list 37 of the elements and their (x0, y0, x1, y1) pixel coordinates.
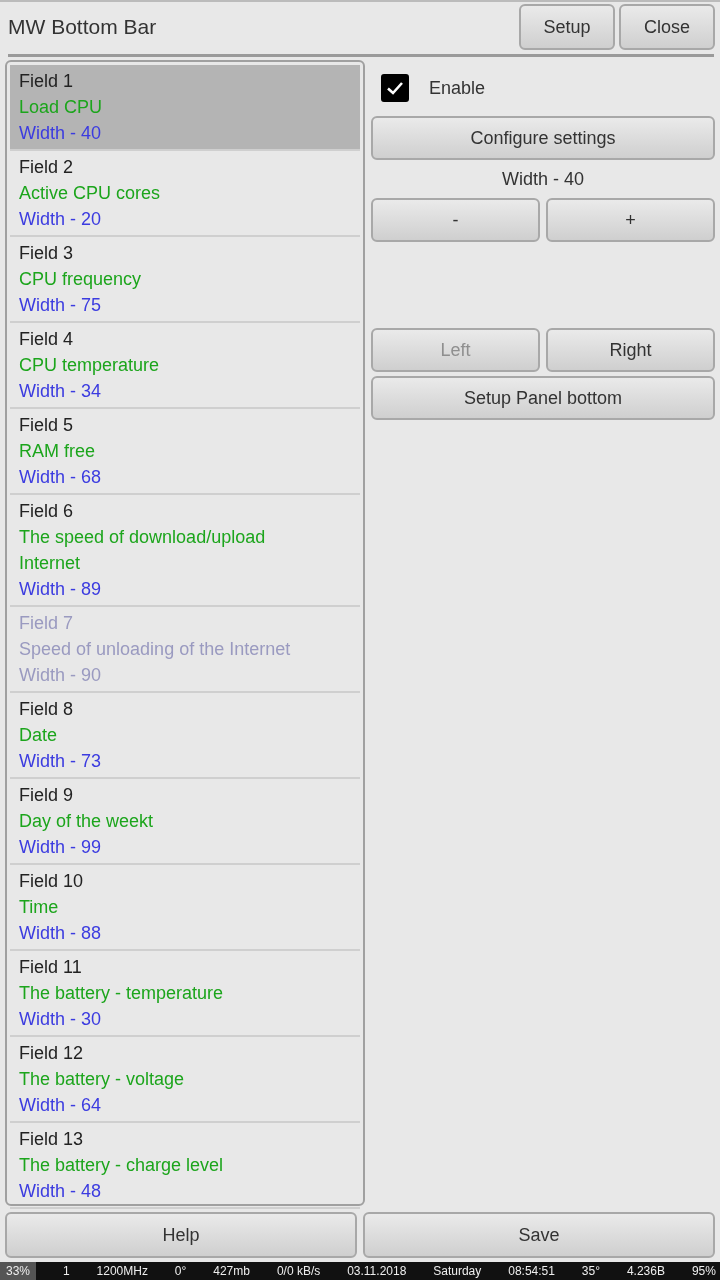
status-bar-item: 95% (691, 1263, 716, 1280)
field-list-item[interactable]: Field 8 Date Width - 73 (10, 693, 360, 779)
field-list-item[interactable]: Field 11 The battery - temperature Width - 30 (10, 951, 360, 1037)
width-label: Width - 40 (502, 168, 584, 191)
field-list-item[interactable]: Field 3 CPU frequency Width - 75 (10, 237, 360, 323)
status-bar-item: 1200MHz (96, 1263, 148, 1280)
field-list-item[interactable]: Field 12 The battery - voltage Width - 64 (10, 1037, 360, 1123)
enable-label: Enable (429, 77, 486, 99)
width-step-button[interactable]: - (371, 198, 540, 242)
status-bar-item: 33% (0, 1262, 37, 1280)
status-bar-item: 4.236B (626, 1263, 665, 1280)
enable-checkbox[interactable] (381, 74, 409, 102)
setup-panel-button[interactable]: Setup Panel bottom (371, 376, 715, 420)
status-bar-item: 03.11.2018 (347, 1263, 407, 1280)
header-button[interactable]: Setup (519, 4, 615, 50)
field-list-item[interactable]: Field 1 Load CPU Width - 40 (10, 65, 360, 151)
field-list-item[interactable]: Field 13 The battery - charge level Width - 48 (10, 1123, 360, 1209)
field-list-item[interactable]: Field 10 Time Width - 88 (10, 865, 360, 951)
field-list-item[interactable]: Field 9 Day of the weekt Width - 99 (10, 779, 360, 865)
configure-settings-button[interactable]: Configure settings (371, 116, 715, 160)
screen-title: MW Bottom Bar (8, 15, 157, 39)
width-step-button[interactable]: + (546, 198, 715, 242)
status-bar-item: 0/0 kB/s (276, 1263, 321, 1280)
header-button[interactable]: Close (619, 4, 715, 50)
status-bar-item: 1 (62, 1263, 70, 1280)
footer-button[interactable]: Save (363, 1212, 715, 1258)
status-bar-item: 35° (581, 1263, 600, 1280)
field-list-item[interactable]: Field 2 Active CPU cores Width - 20 (10, 151, 360, 237)
field-list-item[interactable]: Field 5 RAM free Width - 68 (10, 409, 360, 495)
status-bar-item: Saturday (433, 1263, 482, 1280)
footer-button[interactable]: Help (5, 1212, 357, 1258)
status-bar-item: 08:54:51 (508, 1263, 555, 1280)
status-bar-item: 427mb (213, 1263, 250, 1280)
field-list-item[interactable]: Field 4 CPU temperature Width - 34 (10, 323, 360, 409)
field-list-item[interactable]: Field 6 The speed of download/upload Internet Width - 89 (10, 495, 360, 607)
status-bar-item: 0° (174, 1263, 187, 1280)
position-button[interactable]: Right (546, 328, 715, 372)
